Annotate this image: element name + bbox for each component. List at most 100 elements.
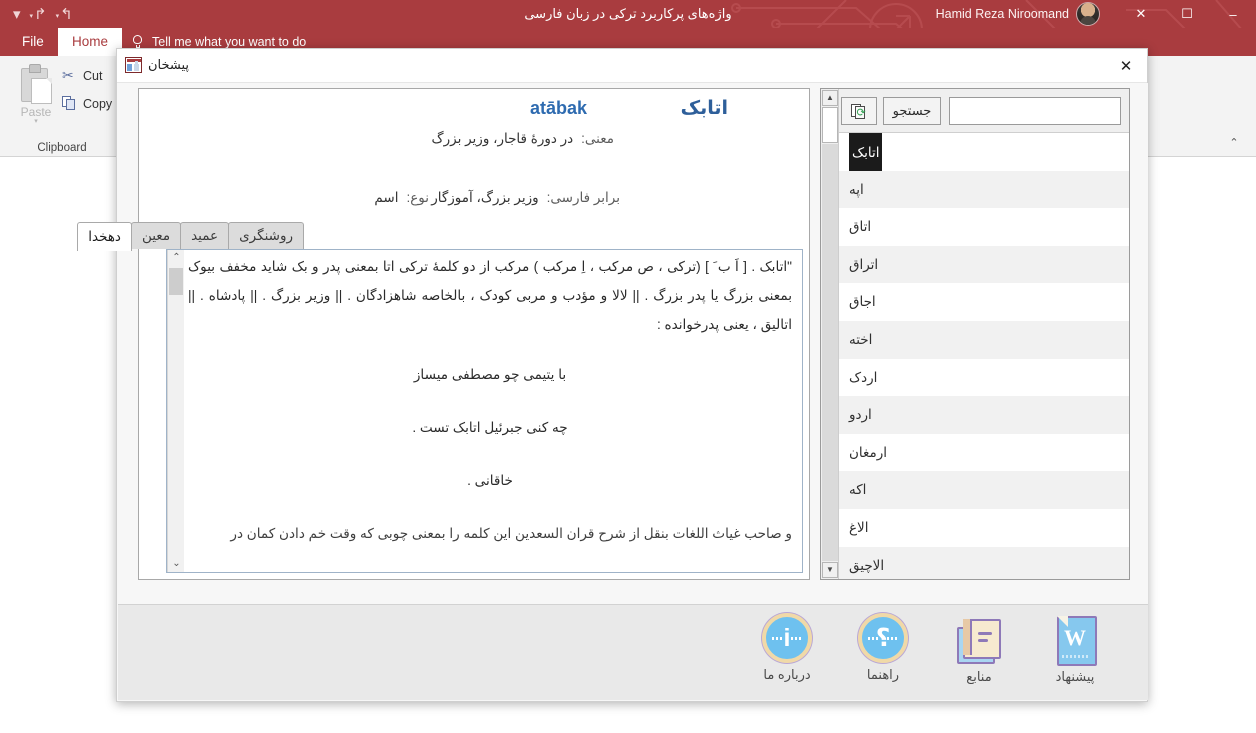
maximize-button[interactable]: ☐ bbox=[1164, 0, 1210, 28]
list-item-label: اپه bbox=[849, 181, 864, 197]
list-scroll-down-icon[interactable]: ▼ bbox=[822, 562, 838, 578]
list-item[interactable]: الاغ bbox=[839, 508, 1129, 547]
list-item-label: اتاق bbox=[849, 219, 872, 235]
avatar[interactable] bbox=[1076, 2, 1100, 26]
dialog-footer-toolbar: i درباره ما ؟ راهنما منابع W پیشنهاد bbox=[118, 604, 1148, 700]
paste-button[interactable]: Paste ▾ bbox=[10, 62, 62, 138]
search-input[interactable] bbox=[949, 97, 1121, 125]
persian-equivalent-label: برابر فارسی: bbox=[546, 190, 620, 205]
question-circle-icon: ؟ bbox=[858, 613, 908, 663]
list-item-label: اتابک bbox=[849, 133, 883, 173]
meaning-label: معنی: bbox=[581, 131, 614, 146]
list-scroll-track[interactable] bbox=[822, 144, 838, 561]
copy-label: Copy bbox=[83, 96, 113, 111]
meaning-value: در دورهٔ قاجار، وزیر بزرگ bbox=[431, 131, 574, 146]
sources-label: منابع bbox=[966, 669, 992, 684]
title-bar: ↰ ▾ ↱ ▾ ▾ واژه‌های پرکاربرد ترکی در زبان ف… bbox=[0, 0, 1256, 28]
close-window-button[interactable]: ✕ bbox=[1118, 0, 1164, 28]
article-text: "اتابک . [ اَ ب َ ] (ترکی ، ص مرکب ، اِ … bbox=[188, 252, 792, 572]
undo-button[interactable]: ↰ ▾ bbox=[53, 5, 76, 24]
article-verse-line-2: چه کنی جبرئیل اتابک تست . bbox=[412, 420, 568, 435]
list-item[interactable]: اتاق bbox=[839, 208, 1129, 246]
list-scroll-up-icon[interactable]: ▲ bbox=[822, 90, 838, 106]
about-us-button[interactable]: i درباره ما bbox=[750, 613, 824, 685]
customize-qat-button[interactable]: ▾ bbox=[10, 5, 24, 24]
list-item[interactable]: الاچیق bbox=[839, 546, 1129, 579]
article-scroll-thumb[interactable] bbox=[169, 268, 183, 295]
clipboard-group: Paste ▾ ✂ Cut Copy Clipboard bbox=[0, 56, 124, 156]
list-item[interactable]: اتابک bbox=[839, 133, 1129, 173]
search-button[interactable]: جستجو bbox=[883, 97, 941, 125]
redo-dropdown-icon: ▾ bbox=[29, 12, 34, 20]
cut-button[interactable]: ✂ Cut bbox=[62, 68, 102, 83]
article-attribution: خاقانی . bbox=[467, 473, 513, 488]
list-item[interactable]: اخته bbox=[839, 320, 1129, 359]
about-us-label: درباره ما bbox=[763, 667, 811, 682]
list-item-label: اکه bbox=[849, 482, 867, 498]
article-text-box[interactable]: "اتابک . [ اَ ب َ ] (ترکی ، ص مرکب ، اِ … bbox=[166, 249, 803, 573]
list-item[interactable]: اردو bbox=[839, 396, 1129, 434]
word-list-scrollbar[interactable]: ▲ ▼ bbox=[821, 89, 839, 579]
article-verse-line-1: با یتیمی چو مصطفی میساز bbox=[413, 367, 567, 382]
collapse-ribbon-button[interactable]: ⌃ bbox=[1226, 136, 1242, 150]
window-controls[interactable]: – ☐ ✕ bbox=[1118, 0, 1256, 28]
help-button[interactable]: ؟ راهنما bbox=[846, 613, 920, 685]
tell-me-placeholder: Tell me what you want to do bbox=[152, 35, 307, 49]
entry-panel: اتابک atābak معنی: در دورهٔ قاجار، وزیر … bbox=[77, 88, 810, 580]
list-item[interactable]: اردک bbox=[839, 358, 1129, 397]
minimize-button[interactable]: – bbox=[1210, 0, 1256, 28]
headword-row: اتابک atābak bbox=[137, 97, 809, 127]
tab-file[interactable]: File bbox=[8, 28, 58, 56]
list-item[interactable]: اپه bbox=[839, 170, 1129, 209]
article-scrollbar[interactable]: ⌃ ⌄ bbox=[167, 250, 184, 572]
list-item-label: ارمغان bbox=[849, 444, 888, 460]
list-item-label: الاغ bbox=[849, 519, 869, 535]
refresh-button[interactable]: ⟳ bbox=[841, 97, 877, 125]
persian-equivalent-value: وزیر بزرگ، آموزگار bbox=[431, 190, 539, 205]
redo-icon: ↱ bbox=[34, 5, 47, 23]
word-list-panel: جستجو ⟳ اتابک اپه اتاق اتراق اجاق اخته ا… bbox=[820, 88, 1130, 580]
paste-dropdown-icon[interactable]: ▾ bbox=[10, 118, 62, 125]
list-item[interactable]: ارمغان bbox=[839, 433, 1129, 472]
list-item-label: اجاق bbox=[849, 294, 876, 310]
article-paragraph: "اتابک . [ اَ ب َ ] (ترکی ، ص مرکب ، اِ … bbox=[188, 259, 792, 332]
list-item-label: الاچیق bbox=[849, 557, 885, 573]
list-item[interactable]: اکه bbox=[839, 471, 1129, 509]
tab-roshangari[interactable]: روشنگری bbox=[228, 222, 304, 249]
books-icon bbox=[953, 613, 1005, 665]
sources-button[interactable]: منابع bbox=[942, 613, 1016, 685]
dictionary-source-tabs[interactable]: روشنگری عمید معین دهخدا bbox=[77, 222, 304, 251]
word-list[interactable]: اتابک اپه اتاق اتراق اجاق اخته اردک اردو… bbox=[839, 133, 1129, 579]
tab-dehkhoda[interactable]: دهخدا bbox=[77, 222, 132, 251]
dialog-body: اتابک atābak معنی: در دورهٔ قاجار، وزیر … bbox=[77, 83, 1148, 633]
help-label: راهنما bbox=[866, 667, 900, 682]
headword-transliteration: atābak bbox=[529, 98, 587, 118]
scissors-icon: ✂ bbox=[62, 67, 74, 83]
tab-home[interactable]: Home bbox=[58, 28, 123, 56]
account-area[interactable]: Hamid Reza Niroomand bbox=[936, 0, 1100, 28]
list-item[interactable]: اتراق bbox=[839, 245, 1129, 284]
dialog-title-bar: پیشخان ✕ bbox=[117, 49, 1147, 83]
copy-button[interactable]: Copy bbox=[62, 96, 112, 111]
tab-moein[interactable]: معین bbox=[130, 222, 182, 249]
suggestion-button[interactable]: W پیشنهاد bbox=[1038, 613, 1112, 685]
dialog-close-button[interactable]: ✕ bbox=[1111, 53, 1141, 79]
quick-access-toolbar[interactable]: ↰ ▾ ↱ ▾ ▾ bbox=[10, 0, 76, 28]
redo-button[interactable]: ↱ ▾ bbox=[27, 5, 50, 24]
search-bar: جستجو ⟳ bbox=[821, 89, 1129, 133]
type-value: اسم bbox=[374, 190, 399, 205]
dashboard-icon bbox=[125, 57, 142, 73]
list-scroll-thumb[interactable] bbox=[822, 107, 838, 143]
lightbulb-icon bbox=[132, 35, 143, 49]
list-item-label: اخته bbox=[849, 331, 873, 347]
tab-amid[interactable]: عمید bbox=[180, 222, 230, 249]
article-scroll-down-icon[interactable]: ⌄ bbox=[168, 556, 185, 572]
copy-icon bbox=[62, 96, 77, 111]
paste-label: Paste bbox=[20, 105, 52, 119]
article-scroll-up-icon[interactable]: ⌃ bbox=[168, 250, 185, 266]
headword-persian: اتابک bbox=[680, 98, 728, 119]
account-name: Hamid Reza Niroomand bbox=[935, 7, 1069, 21]
list-item[interactable]: اجاق bbox=[839, 283, 1129, 321]
undo-icon: ↰ bbox=[60, 5, 73, 23]
list-item-label: اردو bbox=[849, 407, 872, 423]
